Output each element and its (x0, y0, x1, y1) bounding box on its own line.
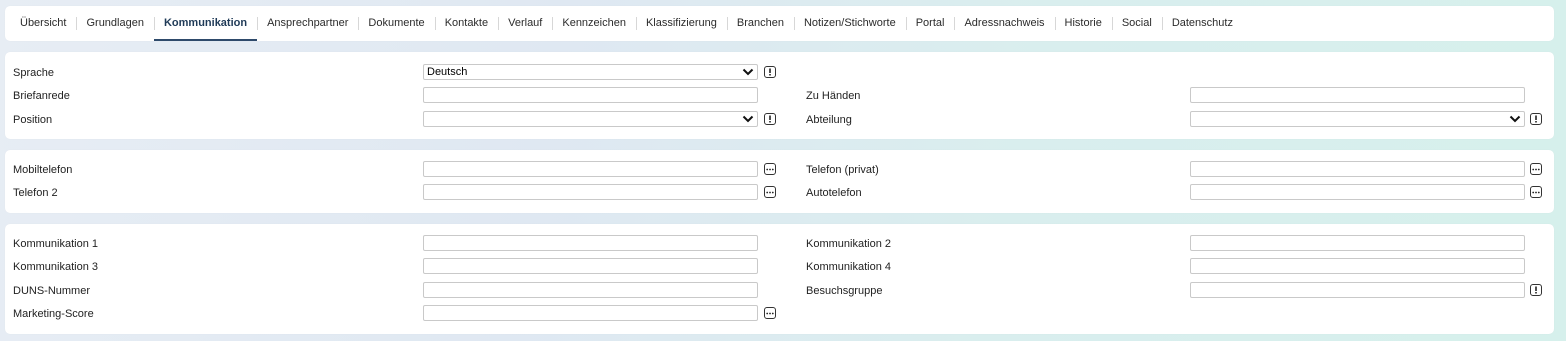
tab-verlauf[interactable]: Verlauf (498, 6, 552, 41)
kommunikation4-input[interactable] (1190, 258, 1525, 274)
tab-datenschutz[interactable]: Datenschutz (1161, 6, 1243, 41)
telefon2-input[interactable] (423, 184, 758, 200)
ellipsis-box-icon[interactable] (764, 186, 776, 198)
duns-input[interactable] (423, 282, 758, 298)
abteilung-label: Abteilung (806, 114, 852, 126)
tab-klassifizierung[interactable]: Klassifizierung (635, 6, 727, 41)
general-section: Sprache Deutsch Briefanrede Zu Händen Po… (5, 52, 1554, 139)
telefon-privat-input[interactable] (1190, 161, 1525, 177)
tab-dokumente[interactable]: Dokumente (358, 6, 434, 41)
exclamation-box-icon[interactable] (764, 66, 776, 78)
exclamation-box-icon[interactable] (1530, 284, 1542, 296)
kommunikation3-input[interactable] (423, 258, 758, 274)
tab-ansprechpartner[interactable]: Ansprechpartner (257, 6, 358, 41)
ellipsis-box-icon[interactable] (764, 163, 776, 175)
position-select[interactable] (423, 111, 758, 127)
zu-haenden-input[interactable] (1190, 87, 1525, 103)
tab-adressnachweis[interactable]: Adressnachweis (954, 6, 1054, 41)
kommunikation4-label: Kommunikation 4 (806, 261, 891, 273)
besuchsgruppe-input[interactable] (1190, 282, 1525, 298)
sprache-selected-value: Deutsch (427, 66, 468, 78)
chevron-down-icon (1509, 115, 1521, 123)
tab-kommunikation[interactable]: Kommunikation (153, 6, 258, 41)
chevron-down-icon (742, 68, 754, 76)
autotelefon-input[interactable] (1190, 184, 1525, 200)
ellipsis-box-icon[interactable] (764, 307, 776, 319)
tab-branchen[interactable]: Branchen (726, 6, 794, 41)
briefanrede-label: Briefanrede (13, 90, 70, 102)
ellipsis-box-icon[interactable] (1530, 186, 1542, 198)
telefon2-label: Telefon 2 (13, 187, 58, 199)
communication-section: Kommunikation 1 Kommunikation 2 Kommunik… (5, 224, 1554, 334)
marketing-score-label: Marketing-Score (13, 308, 94, 320)
sprache-label: Sprache (13, 67, 54, 79)
tab-historie[interactable]: Historie (1054, 6, 1112, 41)
autotelefon-label: Autotelefon (806, 187, 862, 199)
zu-haenden-label: Zu Händen (806, 90, 861, 102)
sprache-select[interactable]: Deutsch (423, 64, 758, 80)
tab-kennzeichen[interactable]: Kennzeichen (552, 6, 636, 41)
duns-label: DUNS-Nummer (13, 285, 90, 297)
mobiltelefon-label: Mobiltelefon (13, 164, 73, 176)
ellipsis-box-icon[interactable] (1530, 163, 1542, 175)
abteilung-select[interactable] (1190, 111, 1525, 127)
kommunikation2-label: Kommunikation 2 (806, 238, 891, 250)
exclamation-box-icon[interactable] (764, 113, 776, 125)
besuchsgruppe-label: Besuchsgruppe (806, 285, 883, 297)
kommunikation3-label: Kommunikation 3 (13, 261, 98, 273)
tab-grundlagen[interactable]: Grundlagen (76, 6, 154, 41)
tab-social[interactable]: Social (1111, 6, 1162, 41)
phone-section: Mobiltelefon Telefon (privat) Telefon 2 … (5, 150, 1554, 213)
marketing-score-input[interactable] (423, 305, 758, 321)
tab-portal[interactable]: Portal (905, 6, 955, 41)
telefon-privat-label: Telefon (privat) (806, 164, 879, 176)
kommunikation2-input[interactable] (1190, 235, 1525, 251)
kommunikation1-input[interactable] (423, 235, 758, 251)
kommunikation1-label: Kommunikation 1 (13, 238, 98, 250)
tab-kontakte[interactable]: Kontakte (434, 6, 498, 41)
tab-notizen-stichworte[interactable]: Notizen/Stichworte (793, 6, 906, 41)
exclamation-box-icon[interactable] (1530, 113, 1542, 125)
tab-bar: Übersicht Grundlagen Kommunikation Anspr… (5, 6, 1554, 41)
mobiltelefon-input[interactable] (423, 161, 758, 177)
tab-uebersicht[interactable]: Übersicht (10, 6, 76, 41)
briefanrede-input[interactable] (423, 87, 758, 103)
position-label: Position (13, 114, 53, 126)
chevron-down-icon (742, 115, 754, 123)
